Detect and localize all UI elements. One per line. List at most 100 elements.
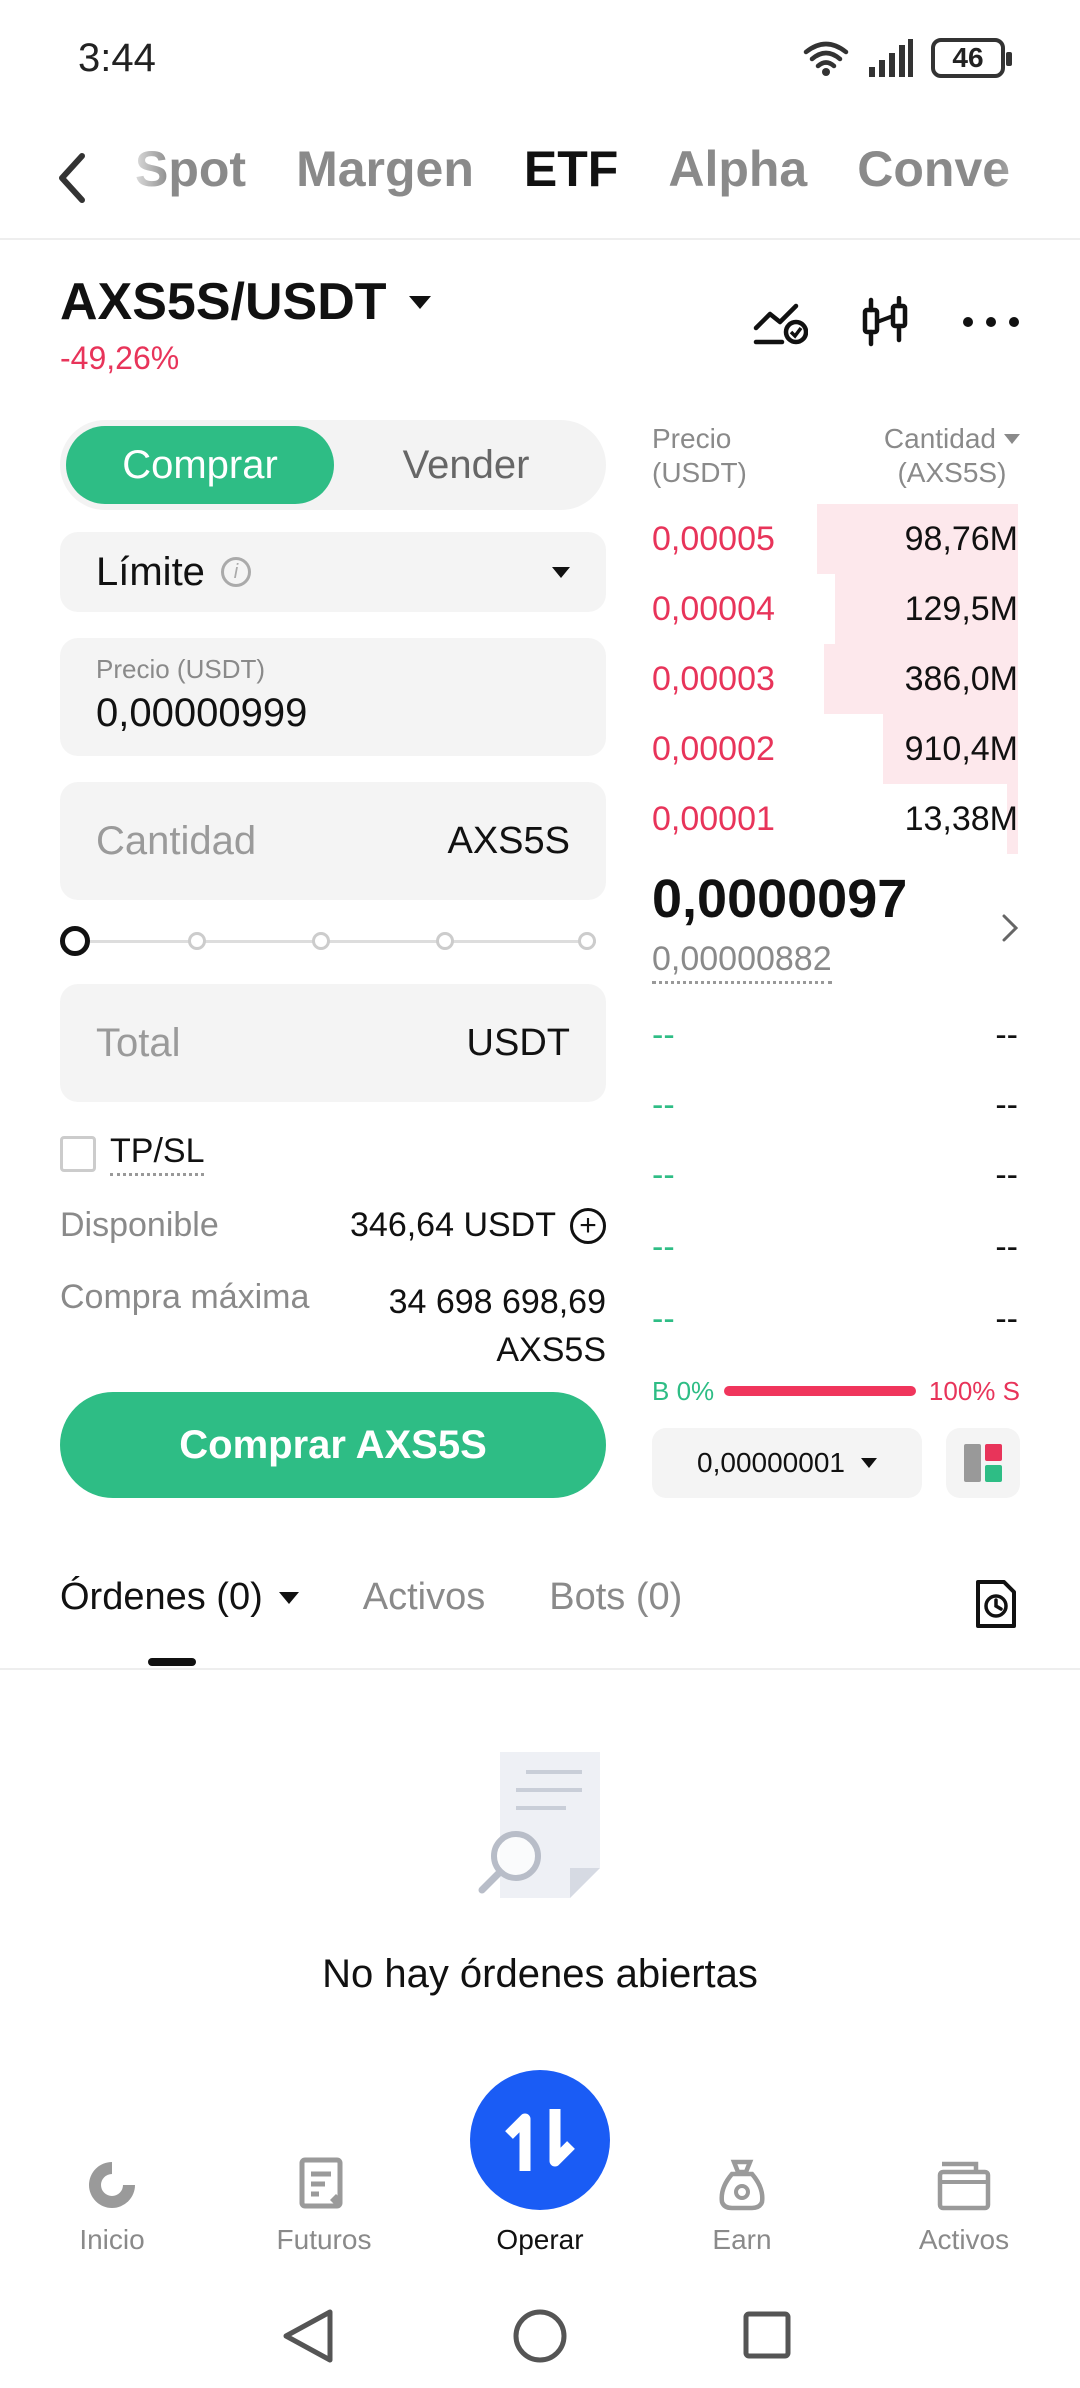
system-recents-icon[interactable] (743, 2311, 791, 2359)
orderbook-layout-button[interactable] (946, 1428, 1020, 1498)
tab-alpha[interactable]: Alpha (668, 140, 807, 198)
orderbook-layout-icon (964, 1444, 1002, 1482)
available-value: 346,64 USDT (350, 1206, 556, 1244)
orders-tabs: Órdenes (0) Activos Bots (0) (60, 1576, 682, 1619)
total-input[interactable]: Total USDT (60, 984, 606, 1102)
price-change: -49,26% (60, 340, 180, 376)
order-history-icon[interactable] (974, 1578, 1018, 1630)
chevron-down-icon (552, 566, 570, 578)
buy-tab[interactable]: Comprar (66, 426, 334, 504)
quantity-input[interactable]: Cantidad AXS5S (60, 782, 606, 900)
battery-level: 46 (952, 42, 984, 73)
system-home-icon[interactable] (513, 2309, 567, 2363)
ask-row[interactable]: 0,00001 13,38M (652, 784, 1018, 854)
ask-qty: 13,38M (904, 799, 1018, 838)
tab-bots[interactable]: Bots (0) (549, 1576, 682, 1619)
bid-row[interactable]: -- -- (652, 1212, 1018, 1282)
ask-row[interactable]: 0,00003 386,0M (652, 644, 1018, 714)
tpsl-checkbox[interactable] (60, 1136, 96, 1172)
bid-qty: -- (995, 1299, 1018, 1338)
ask-price: 0,00005 (652, 519, 775, 558)
max-buy-label: Compra máxima (60, 1278, 310, 1316)
back-arrow-icon[interactable] (50, 148, 94, 208)
price-input[interactable]: Precio (USDT) 0,00000999 (60, 638, 606, 756)
tab-margen[interactable]: Margen (296, 140, 474, 198)
chevron-right-icon[interactable] (1000, 912, 1020, 944)
add-funds-icon[interactable]: + (570, 1207, 606, 1244)
precision-select[interactable]: 0,00000001 (652, 1428, 922, 1498)
header-actions (752, 296, 1020, 348)
nav-activos-label: Activos (918, 2224, 1010, 2255)
nav-activos[interactable]: Activos (884, 2150, 1044, 2256)
bid-row[interactable]: -- -- (652, 1000, 1018, 1070)
wifi-icon (803, 41, 849, 76)
nav-inicio[interactable]: Inicio (32, 2150, 192, 2256)
ask-price: 0,00002 (652, 729, 775, 768)
tab-etf[interactable]: ETF (524, 140, 618, 198)
bid-row[interactable]: -- -- (652, 1284, 1018, 1354)
ask-price: 0,00003 (652, 659, 775, 698)
tab-convert[interactable]: Conve (857, 140, 1010, 198)
ask-qty: 98,76M (904, 519, 1018, 558)
slider-step-75[interactable] (436, 932, 454, 950)
chevron-down-icon (860, 1458, 877, 1468)
available-label: Disponible (60, 1206, 219, 1244)
ask-row[interactable]: 0,00005 98,76M (652, 504, 1018, 574)
tab-orders[interactable]: Órdenes (0) (60, 1576, 299, 1619)
buy-sell-ratio: B 0% 100% S (652, 1376, 1020, 1406)
system-back-icon[interactable] (283, 2309, 333, 2363)
submit-buy-button[interactable]: Comprar AXS5S (60, 1392, 606, 1498)
bid-price: -- (652, 1085, 675, 1124)
last-price[interactable]: 0,0000097 (652, 868, 907, 930)
price-alert-icon[interactable] (752, 298, 808, 346)
tabs-fade-right (990, 130, 1080, 230)
slider-handle[interactable] (60, 926, 90, 956)
info-icon[interactable]: i (220, 557, 251, 587)
bid-qty: -- (995, 1155, 1018, 1194)
bid-row[interactable]: -- -- (652, 1070, 1018, 1140)
quantity-placeholder: Cantidad (96, 818, 257, 863)
active-tab-indicator (148, 1658, 196, 1666)
bid-qty: -- (995, 1227, 1018, 1266)
tpsl-toggle[interactable]: TP/SL (60, 1132, 205, 1176)
total-unit: USDT (466, 1021, 570, 1064)
pair-symbol: AXS5S/USDT (60, 273, 387, 331)
nav-operar-label: Operar (496, 2224, 584, 2255)
buy-ratio: B 0% (652, 1376, 715, 1406)
slider-step-25[interactable] (188, 932, 206, 950)
candlestick-chart-icon[interactable] (860, 296, 910, 348)
status-time: 3:44 (78, 36, 156, 80)
available-balance: 346,64 USDT + (350, 1206, 606, 1245)
order-type-select[interactable]: Límite i (60, 532, 606, 612)
qty-header-line1: Cantidad (883, 423, 996, 454)
mark-price[interactable]: 0,00000882 (652, 940, 832, 984)
status-icons: 46 (803, 38, 1012, 78)
more-options-icon[interactable] (962, 316, 1020, 328)
nav-earn[interactable]: Earn (662, 2150, 822, 2256)
tab-orders-label: Órdenes (0) (60, 1576, 263, 1618)
bid-row[interactable]: -- -- (652, 1140, 1018, 1210)
slider-step-100[interactable] (578, 932, 596, 950)
nav-operar[interactable]: Operar (460, 2150, 620, 2256)
wallet-icon (937, 2161, 991, 2211)
slider-step-50[interactable] (312, 932, 330, 950)
bid-price: -- (652, 1227, 675, 1266)
chevron-down-icon (1004, 434, 1020, 444)
tab-assets[interactable]: Activos (363, 1576, 485, 1619)
orderbook-qty-header[interactable]: Cantidad (AXS5S) (884, 422, 1020, 490)
amount-slider[interactable] (60, 926, 606, 956)
signal-icon (869, 39, 913, 77)
side-toggle: Comprar Vender (60, 420, 606, 510)
empty-orders-illustration (478, 1752, 600, 1898)
ask-row[interactable]: 0,00004 129,5M (652, 574, 1018, 644)
sell-ratio: 100% S (928, 1376, 1020, 1406)
qty-header-line2: (AXS5S) (897, 457, 1007, 488)
sell-tab[interactable]: Vender (332, 426, 600, 504)
price-value[interactable]: 0,00000999 (96, 691, 570, 736)
tpsl-label: TP/SL (110, 1132, 205, 1176)
precision-value: 0,00000001 (697, 1447, 845, 1478)
nav-futuros-label: Futuros (276, 2224, 372, 2255)
ask-row[interactable]: 0,00002 910,4M (652, 714, 1018, 784)
pair-selector[interactable]: AXS5S/USDT (60, 272, 431, 332)
nav-futuros[interactable]: Futuros (244, 2150, 404, 2256)
